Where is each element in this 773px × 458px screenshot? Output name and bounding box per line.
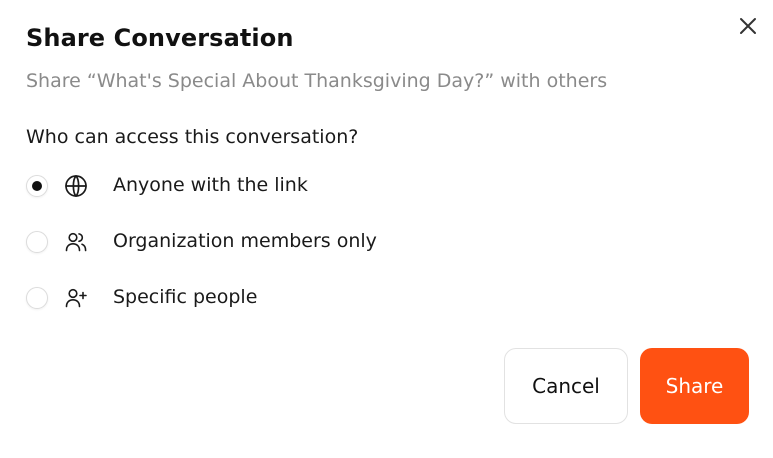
option-label: Organization members only [113,230,377,252]
access-question: Who can access this conversation? [26,126,359,148]
users-icon [63,229,89,255]
dialog-subtitle: Share “What's Special About Thanksgiving… [26,70,608,92]
share-button[interactable]: Share [640,348,749,424]
share-dialog: Share Conversation Share “What's Special… [0,0,773,458]
radio-anyone-with-link[interactable] [26,175,48,197]
cancel-button[interactable]: Cancel [504,348,628,424]
close-button[interactable] [734,12,762,40]
user-plus-icon [63,285,89,311]
option-label: Specific people [113,286,258,308]
option-anyone-with-link[interactable]: Anyone with the link [26,173,308,199]
globe-icon [63,173,89,199]
option-label: Anyone with the link [113,174,308,196]
radio-selected-dot [32,181,42,191]
close-icon [740,18,756,34]
radio-specific-people[interactable] [26,287,48,309]
option-organization-members[interactable]: Organization members only [26,229,377,255]
radio-organization-members[interactable] [26,231,48,253]
dialog-title: Share Conversation [26,24,294,52]
option-specific-people[interactable]: Specific people [26,285,257,311]
